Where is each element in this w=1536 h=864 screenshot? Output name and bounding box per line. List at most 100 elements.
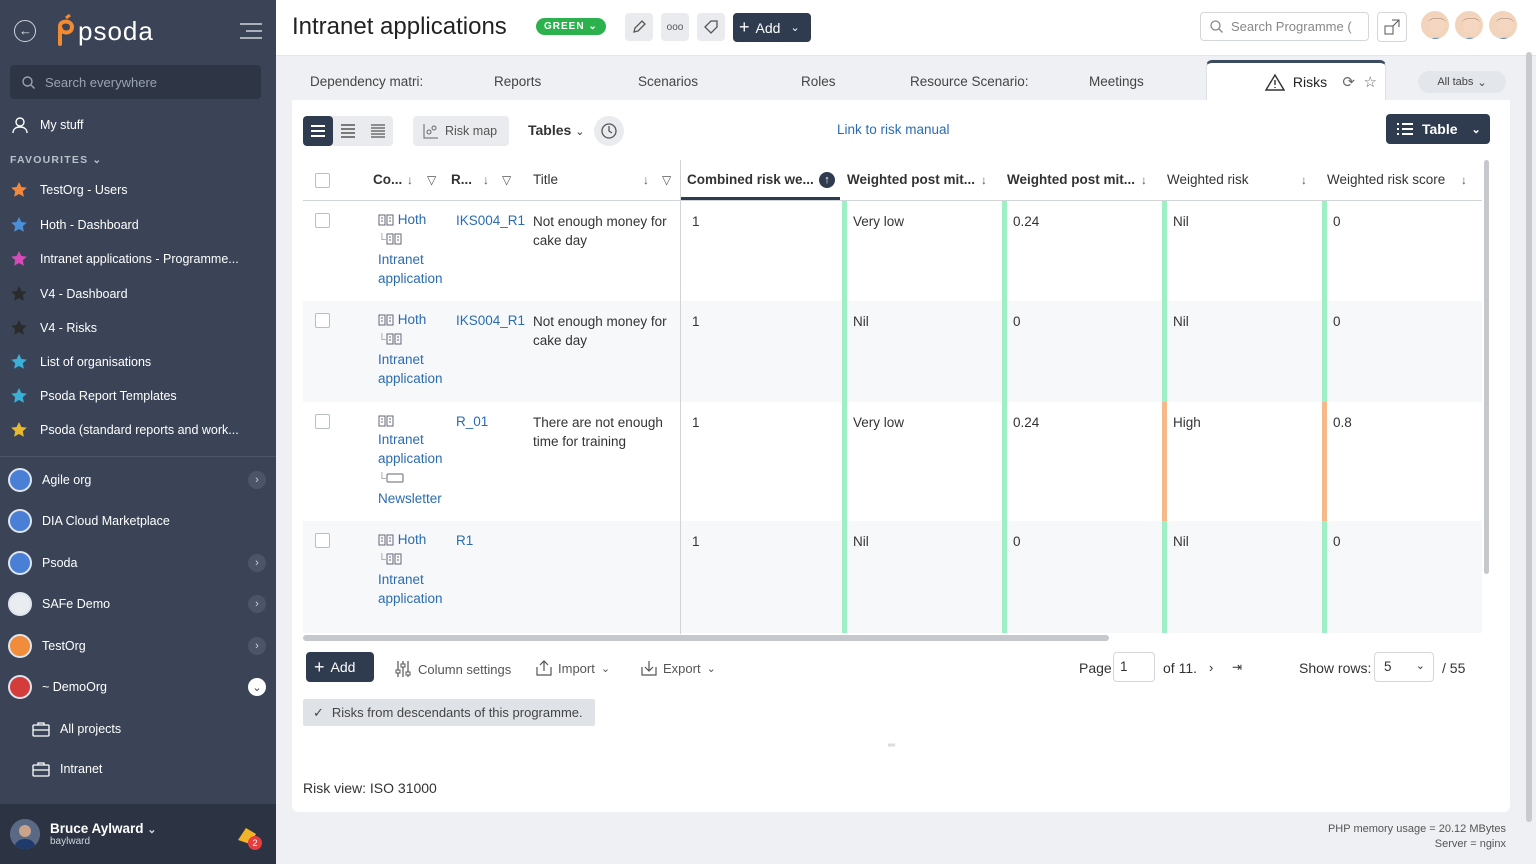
tab-roles[interactable]: Roles bbox=[801, 74, 836, 89]
org-item[interactable]: SAFe Demo › bbox=[8, 587, 270, 621]
context-link[interactable]: Newsletter bbox=[378, 491, 442, 506]
page-input[interactable]: 1 bbox=[1113, 652, 1155, 682]
chevron-right-icon[interactable]: › bbox=[248, 554, 266, 572]
table-row[interactable]: Hoth └ Intranet application R1 1 Nil 0 Nil 0 bbox=[303, 521, 1482, 633]
chevron-right-icon[interactable]: › bbox=[248, 595, 266, 613]
ref-link[interactable]: R1 bbox=[456, 531, 473, 550]
sort-icon[interactable]: ↓ bbox=[643, 173, 649, 187]
ref-link[interactable]: IKS004_R1 bbox=[456, 211, 525, 230]
tab-reports[interactable]: Reports bbox=[494, 74, 541, 89]
favourite-item[interactable]: V4 - Dashboard bbox=[10, 279, 128, 309]
org-item[interactable]: Agile org › bbox=[8, 463, 270, 497]
global-search-input[interactable]: Search everywhere bbox=[10, 65, 261, 99]
next-page-button[interactable]: › bbox=[1209, 660, 1213, 675]
context-link[interactable]: Intranet application bbox=[378, 432, 443, 466]
filter-icon[interactable]: ▽ bbox=[427, 173, 436, 187]
filter-icon[interactable]: ▽ bbox=[662, 173, 671, 187]
sort-icon[interactable]: ↓ bbox=[1301, 173, 1307, 187]
tab-risks[interactable]: Risks ⟳ ☆ bbox=[1206, 60, 1386, 100]
refresh-icon[interactable]: ⟳ bbox=[1342, 73, 1355, 91]
favourite-item[interactable]: Psoda (standard reports and work... bbox=[10, 415, 239, 445]
sort-icon[interactable]: ↓ bbox=[1461, 173, 1467, 187]
team-avatar[interactable] bbox=[1487, 9, 1519, 41]
org-item[interactable]: ~ DemoOrg ⌄ bbox=[8, 670, 270, 704]
column-weighted-post-mit-1[interactable]: Weighted post mit... bbox=[847, 172, 975, 187]
table-row[interactable]: Hoth └ Intranet application IKS004_R1 Not en… bbox=[303, 201, 1482, 301]
sort-icon[interactable]: ↓ bbox=[483, 173, 489, 187]
tab-meetings[interactable]: Meetings bbox=[1089, 74, 1144, 89]
context-link[interactable]: Intranet application bbox=[378, 252, 443, 286]
density-compact-button[interactable] bbox=[363, 116, 393, 146]
all-tabs-dropdown[interactable]: All tabs ⌄ bbox=[1418, 71, 1506, 93]
column-settings-button[interactable]: Column settings bbox=[394, 660, 511, 678]
ref-link[interactable]: R_01 bbox=[456, 412, 488, 431]
last-page-button[interactable]: ⇥ bbox=[1232, 660, 1242, 674]
column-weighted-risk[interactable]: Weighted risk bbox=[1167, 172, 1249, 187]
row-checkbox[interactable] bbox=[315, 533, 330, 548]
context-link[interactable]: Hoth bbox=[398, 312, 427, 327]
column-title[interactable]: Title bbox=[533, 172, 558, 187]
horizontal-scrollbar[interactable] bbox=[303, 635, 1109, 641]
sort-icon[interactable]: ↓ bbox=[407, 173, 413, 187]
risk-manual-link[interactable]: Link to risk manual bbox=[837, 122, 950, 137]
favourites-heading[interactable]: FAVOURITES ⌄ bbox=[10, 154, 102, 166]
column-combined-risk[interactable]: Combined risk we... bbox=[687, 172, 814, 187]
filter-icon[interactable]: ▽ bbox=[502, 173, 511, 187]
intranet-link[interactable]: Intranet bbox=[32, 754, 102, 784]
chevron-right-icon[interactable]: › bbox=[248, 471, 266, 489]
column-weighted-post-mit-2[interactable]: Weighted post mit... bbox=[1007, 172, 1135, 187]
notifications-button[interactable]: 2 bbox=[236, 824, 262, 850]
table-row[interactable]: Intranet application └ Newsletter R_01 There… bbox=[303, 402, 1482, 521]
favourite-item[interactable]: Intranet applications - Programme... bbox=[10, 244, 239, 274]
psoda-logo[interactable]: psoda bbox=[52, 14, 154, 48]
context-link[interactable]: Hoth bbox=[398, 212, 427, 227]
edit-button[interactable] bbox=[625, 13, 653, 41]
view-mode-dropdown[interactable]: Table ⌄ bbox=[1386, 114, 1490, 144]
favourite-item[interactable]: Hoth - Dashboard bbox=[10, 210, 139, 240]
vertical-scrollbar[interactable] bbox=[1484, 160, 1489, 574]
row-checkbox[interactable] bbox=[315, 313, 330, 328]
ref-link[interactable]: IKS004_R1 bbox=[456, 311, 525, 330]
density-comfortable-button[interactable] bbox=[303, 116, 333, 146]
user-panel[interactable]: Bruce Aylward ⌄ baylward 2 bbox=[0, 804, 276, 864]
table-row[interactable]: Hoth └ Intranet application IKS004_R1 Not en… bbox=[303, 301, 1482, 402]
sort-icon[interactable]: ↓ bbox=[1141, 173, 1147, 187]
column-context[interactable]: Co... bbox=[373, 172, 402, 187]
resize-handle[interactable]: ═ bbox=[888, 740, 895, 751]
tables-dropdown[interactable]: Tables ⌄ bbox=[528, 122, 584, 138]
org-item[interactable]: TestOrg › bbox=[8, 629, 270, 663]
row-checkbox[interactable] bbox=[315, 414, 330, 429]
chevron-down-icon[interactable]: ⌄ bbox=[248, 678, 266, 696]
context-link[interactable]: Hoth bbox=[398, 532, 427, 547]
tab-resource-scenarios[interactable]: Resource Scenario: bbox=[910, 74, 1029, 89]
column-weighted-risk-score[interactable]: Weighted risk score bbox=[1327, 172, 1445, 187]
favourite-item[interactable]: TestOrg - Users bbox=[10, 175, 128, 205]
reload-button[interactable] bbox=[594, 116, 624, 146]
favourite-item[interactable]: Psoda Report Templates bbox=[10, 381, 177, 411]
sort-ascending-icon[interactable]: ↑ bbox=[819, 172, 835, 188]
favourite-item[interactable]: V4 - Risks bbox=[10, 313, 97, 343]
column-ref[interactable]: R... bbox=[451, 172, 472, 187]
rows-per-page-select[interactable]: 5 ⌄ bbox=[1374, 652, 1434, 682]
all-projects-link[interactable]: All projects bbox=[32, 714, 121, 744]
collapse-menu-icon[interactable] bbox=[238, 22, 264, 40]
favourite-item[interactable]: List of organisations bbox=[10, 347, 151, 377]
star-icon[interactable]: ☆ bbox=[1364, 73, 1377, 91]
team-avatar[interactable] bbox=[1419, 9, 1451, 41]
app-switcher-button[interactable] bbox=[1377, 12, 1407, 42]
tab-scenarios[interactable]: Scenarios bbox=[638, 74, 698, 89]
org-item[interactable]: DIA Cloud Marketplace bbox=[8, 504, 270, 538]
page-scrollbar[interactable] bbox=[1526, 52, 1532, 822]
row-checkbox[interactable] bbox=[315, 213, 330, 228]
context-link[interactable]: Intranet application bbox=[378, 352, 443, 386]
my-stuff-link[interactable]: My stuff bbox=[10, 110, 84, 140]
tag-button[interactable] bbox=[697, 13, 725, 41]
tab-dependency-matrix[interactable]: Dependency matri: bbox=[310, 74, 423, 89]
chevron-right-icon[interactable]: › bbox=[248, 637, 266, 655]
back-button[interactable]: ← bbox=[14, 20, 36, 42]
add-dropdown-button[interactable]: + Add ⌄ bbox=[733, 13, 811, 42]
org-item[interactable]: Psoda › bbox=[8, 546, 270, 580]
export-dropdown[interactable]: Export ⌄ bbox=[641, 660, 716, 676]
context-link[interactable]: Intranet application bbox=[378, 572, 443, 606]
descendants-toggle[interactable]: ✓ Risks from descendants of this program… bbox=[303, 699, 595, 726]
